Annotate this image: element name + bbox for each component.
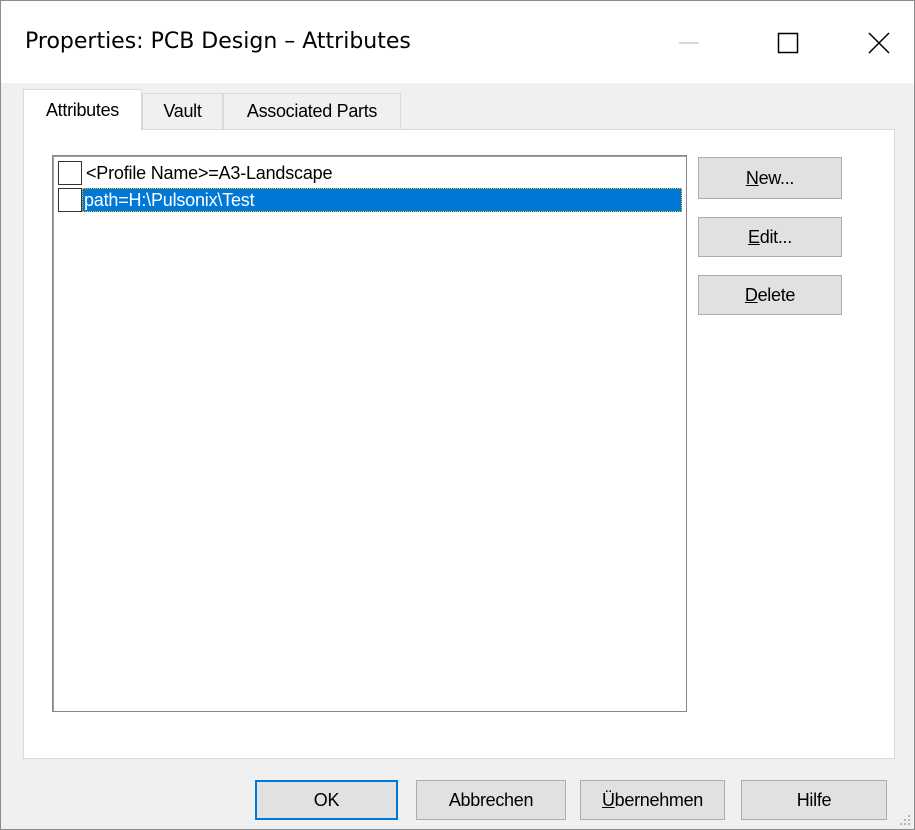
apply-label: bernehmen (614, 789, 704, 810)
help-button[interactable]: Hilfe (741, 780, 887, 820)
new-mnemonic: N (745, 167, 759, 188)
close-button[interactable] (855, 21, 903, 65)
minimize-icon (679, 42, 699, 44)
resize-grip-icon[interactable] (898, 813, 912, 827)
title-bar[interactable]: Properties: PCB Design – Attributes (1, 1, 914, 83)
delete-label: elete (757, 284, 796, 305)
edit-button[interactable]: Edit... (698, 217, 842, 257)
cancel-button[interactable]: Abbrechen (416, 780, 566, 820)
apply-mnemonic: Ü (601, 789, 615, 810)
maximize-icon (777, 32, 799, 54)
tab-associated-parts[interactable]: Associated Parts (223, 93, 401, 129)
delete-button[interactable]: Delete (698, 275, 842, 315)
list-item[interactable]: <Profile Name>=A3-Landscape (58, 160, 682, 186)
attribute-checkbox[interactable] (58, 188, 82, 212)
maximize-button[interactable] (764, 21, 812, 65)
edit-label: dit... (759, 226, 793, 247)
attribute-checkbox[interactable] (58, 161, 82, 185)
attributes-list[interactable]: <Profile Name>=A3-Landscape path=H:\Puls… (52, 155, 687, 712)
ok-button[interactable]: OK (255, 780, 398, 820)
tab-vault[interactable]: Vault (142, 93, 223, 129)
new-label: ew... (758, 167, 795, 188)
delete-mnemonic: D (744, 284, 758, 305)
tab-attributes[interactable]: Attributes (23, 89, 142, 130)
attribute-text: path=H:\Pulsonix\Test (82, 188, 682, 212)
list-item-selected[interactable]: path=H:\Pulsonix\Test (58, 187, 682, 213)
window-title: Properties: PCB Design – Attributes (25, 29, 411, 54)
edit-mnemonic: E (748, 226, 760, 247)
properties-dialog: Properties: PCB Design – Attributes Attr… (0, 0, 915, 830)
apply-button[interactable]: Übernehmen (580, 780, 725, 820)
minimize-button[interactable] (665, 21, 713, 65)
close-icon (868, 32, 890, 54)
attribute-text: <Profile Name>=A3-Landscape (86, 163, 333, 183)
new-button[interactable]: New... (698, 157, 842, 199)
